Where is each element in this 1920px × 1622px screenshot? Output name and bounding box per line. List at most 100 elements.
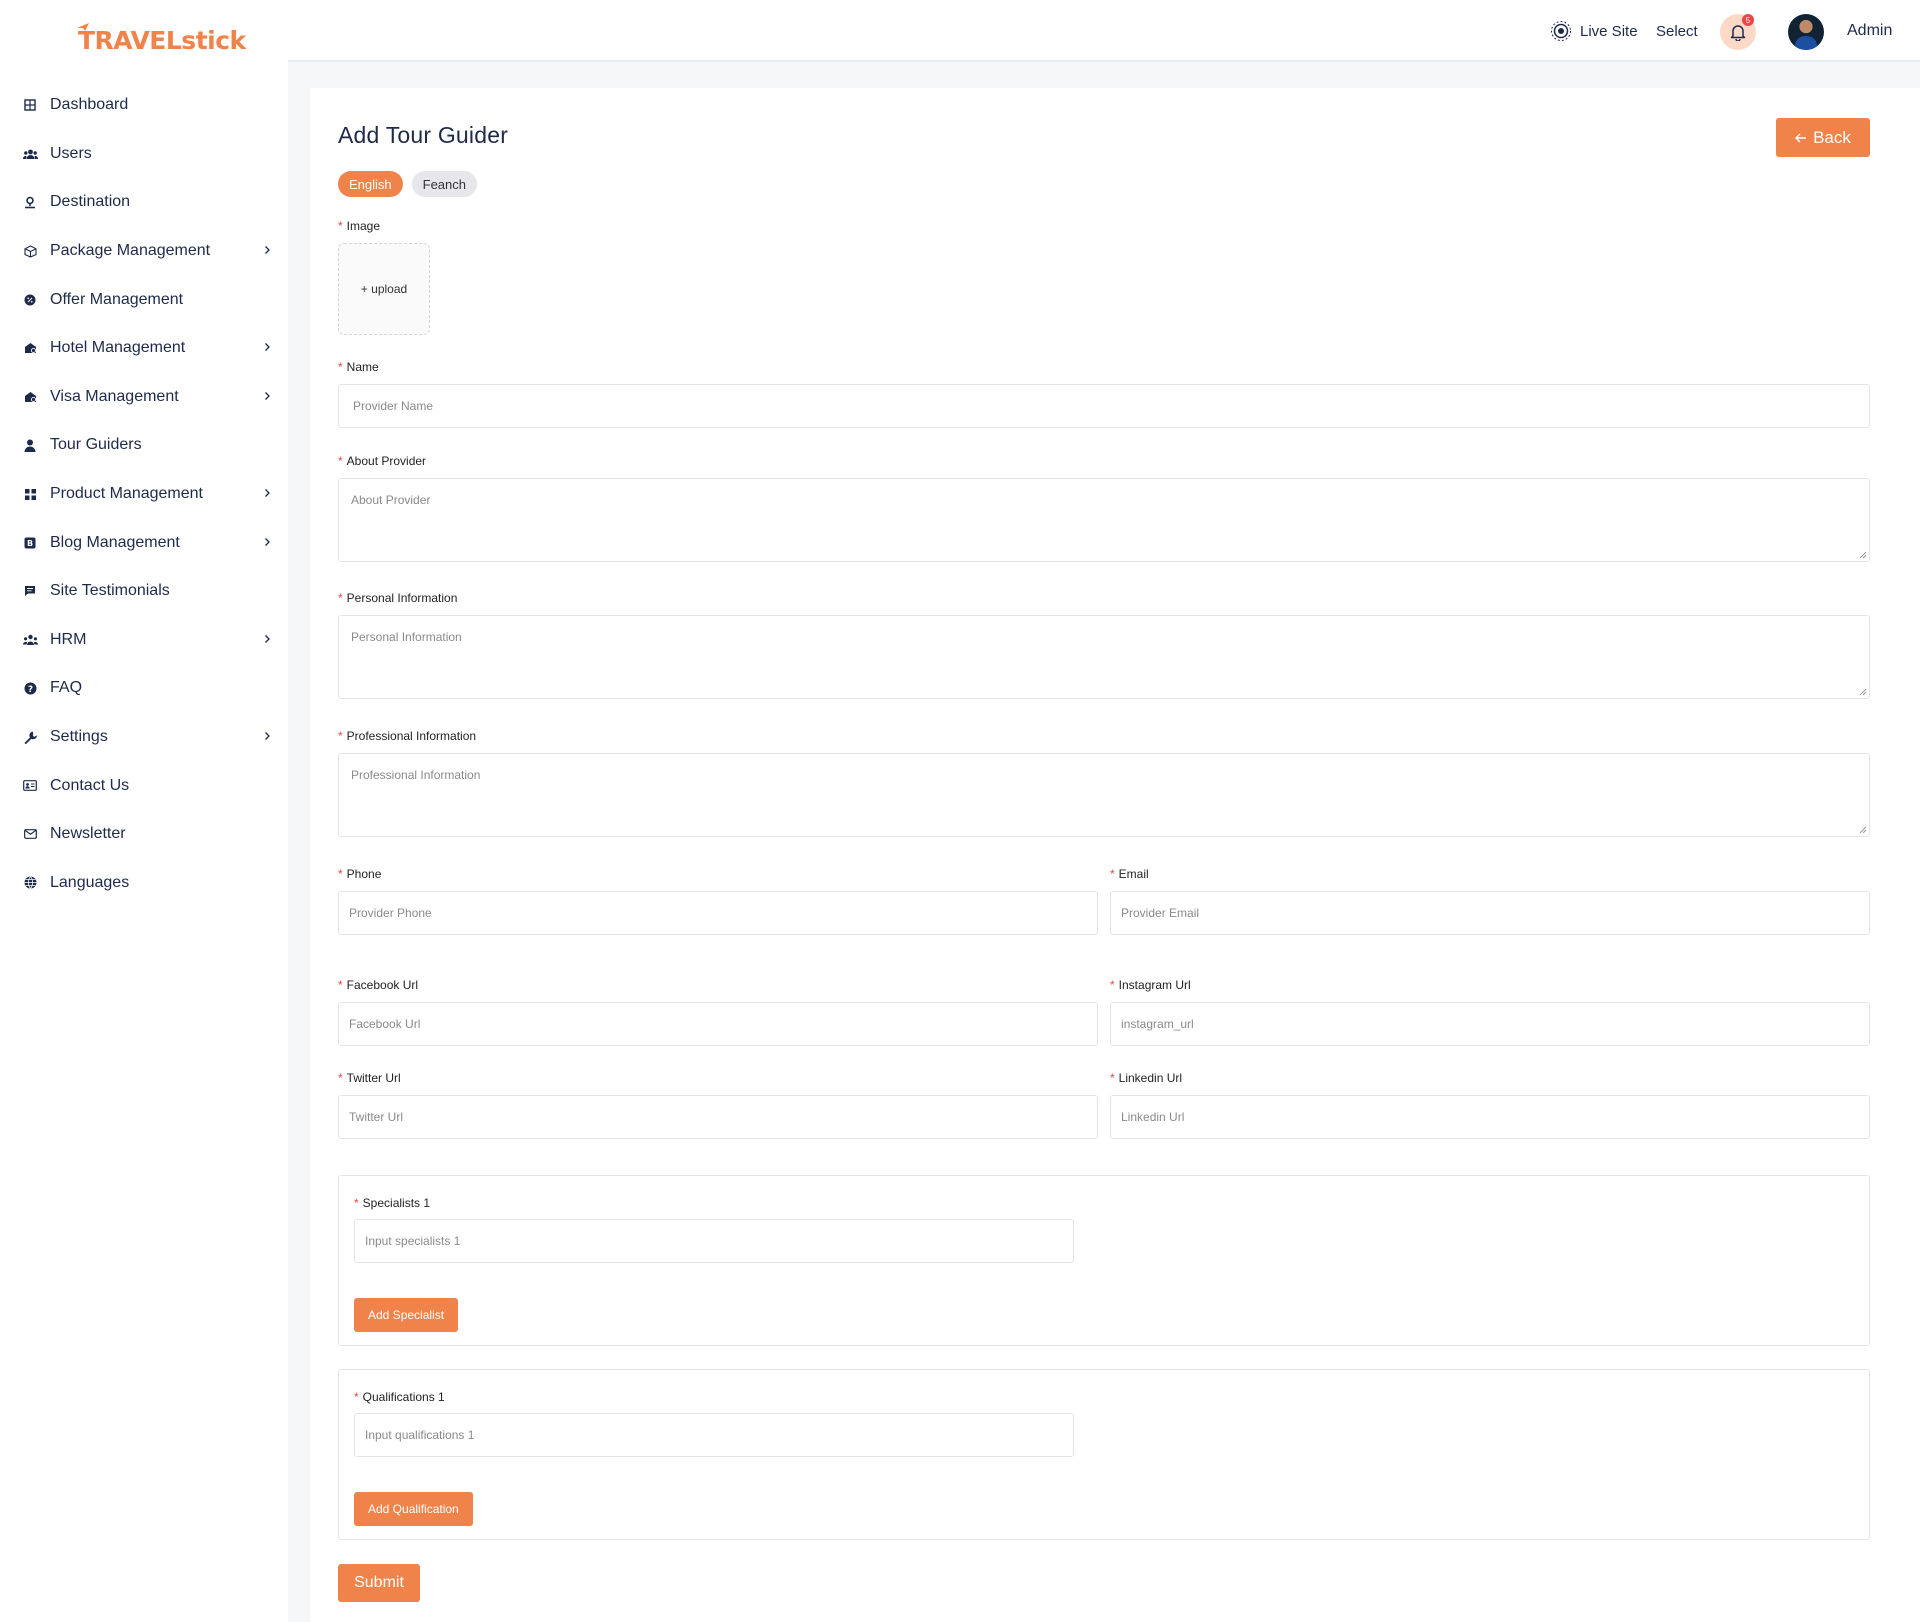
phone-label: * Phone: [338, 867, 382, 881]
twitter-input[interactable]: Twitter Url: [338, 1095, 1098, 1139]
sidebar-item-destination[interactable]: Destination: [0, 178, 288, 227]
twitter-label: * Twitter Url: [338, 1071, 401, 1085]
personal-textarea[interactable]: Personal Information: [338, 615, 1870, 699]
professional-textarea[interactable]: Professional Information: [338, 753, 1870, 837]
about-label: * About Provider: [338, 454, 427, 468]
location-icon: [22, 194, 38, 210]
contact-card-icon: [22, 778, 38, 794]
visa-icon: [22, 389, 38, 405]
facebook-label: * Facebook Url: [338, 978, 419, 992]
facebook-input[interactable]: Facebook Url: [338, 1002, 1098, 1046]
sidebar-item-languages[interactable]: Languages: [0, 859, 288, 908]
product-icon: [22, 486, 38, 502]
chevron-right-icon: [264, 390, 271, 404]
select-dropdown[interactable]: Select: [1656, 0, 1698, 62]
form-card: Add Tour Guider Back English Feanch * Ima…: [310, 88, 1920, 1622]
globe-icon: [22, 875, 38, 891]
add-specialist-button[interactable]: Add Specialist: [354, 1298, 459, 1332]
sidebar-item-faq[interactable]: ? FAQ: [0, 664, 288, 713]
sidebar-item-label: Visa Management: [50, 387, 179, 405]
name-input[interactable]: Provider Name: [338, 384, 1870, 428]
qualification-input[interactable]: Input qualifications 1: [354, 1413, 1074, 1457]
hotel-icon: [22, 340, 38, 356]
offer-icon: [22, 292, 38, 308]
linkedin-input[interactable]: Linkedin Url: [1110, 1095, 1870, 1139]
qualifications-label: * Qualifications 1: [354, 1390, 445, 1404]
sidebar-item-dashboard[interactable]: Dashboard: [0, 81, 288, 130]
resize-handle-icon: [1859, 688, 1867, 696]
sidebar-item-label: FAQ: [50, 679, 83, 697]
sidebar-item-label: Newsletter: [50, 825, 126, 843]
sidebar-item-hrm[interactable]: HRM: [0, 616, 288, 665]
live-site-icon: [1551, 21, 1571, 41]
sidebar-item-hotel-management[interactable]: Hotel Management: [0, 324, 288, 373]
resize-handle-icon: [1859, 551, 1867, 559]
sidebar-item-label: Users: [50, 144, 92, 162]
professional-label: * Professional Information: [338, 729, 477, 743]
mail-icon: [22, 826, 38, 842]
notification-button[interactable]: 5: [1720, 14, 1756, 50]
email-input[interactable]: Provider Email: [1110, 891, 1870, 935]
image-upload[interactable]: + upload: [338, 243, 430, 335]
tab-french[interactable]: Feanch: [411, 171, 478, 197]
page-title: Add Tour Guider: [338, 122, 509, 148]
avatar[interactable]: [1788, 14, 1824, 50]
sidebar-item-label: Contact Us: [50, 776, 130, 794]
chevron-right-icon: [264, 487, 271, 501]
sidebar-item-label: Package Management: [50, 242, 211, 260]
wrench-icon: [22, 729, 38, 745]
svg-text:?: ?: [27, 685, 32, 695]
about-textarea[interactable]: About Provider: [338, 478, 1870, 562]
back-label: Back: [1813, 127, 1851, 147]
specialists-label: * Specialists 1: [354, 1196, 431, 1210]
sidebar-item-label: Hotel Management: [50, 339, 186, 357]
personal-label: * Personal Information: [338, 591, 458, 605]
sidebar-item-settings[interactable]: Settings: [0, 713, 288, 762]
image-label: * Image: [338, 219, 381, 233]
sidebar-item-label: HRM: [50, 630, 87, 648]
back-button[interactable]: Back: [1776, 118, 1870, 157]
live-site-label: Live Site: [1580, 22, 1638, 40]
sidebar-item-label: Site Testimonials: [50, 582, 170, 600]
plane-icon: [77, 23, 89, 31]
add-qualification-button[interactable]: Add Qualification: [354, 1492, 473, 1526]
user-name: Admin: [1847, 22, 1893, 39]
linkedin-label: * Linkedin Url: [1110, 1071, 1183, 1085]
guide-icon: [22, 437, 38, 453]
instagram-label: * Instagram Url: [1110, 978, 1191, 992]
sidebar-item-label: Languages: [50, 873, 130, 891]
sidebar-item-newsletter[interactable]: Newsletter: [0, 810, 288, 859]
tab-english[interactable]: English: [338, 171, 403, 197]
user-menu[interactable]: Admin: [1847, 0, 1892, 62]
chevron-right-icon: [264, 730, 271, 744]
qualifications-section: * Qualifications 1 Input qualifications 1…: [338, 1369, 1870, 1540]
hrm-icon: [22, 632, 38, 648]
sidebar-item-label: Destination: [50, 193, 131, 211]
sidebar-item-blog-management[interactable]: B Blog Management: [0, 518, 288, 567]
chevron-right-icon: [264, 244, 271, 258]
sidebar-item-product-management[interactable]: Product Management: [0, 470, 288, 519]
blog-icon: B: [22, 535, 38, 551]
sidebar-item-visa-management[interactable]: Visa Management: [0, 373, 288, 422]
phone-input[interactable]: Provider Phone: [338, 891, 1098, 935]
top-header: Live Site Select 5 Admin: [288, 0, 1920, 62]
specialist-input[interactable]: Input specialists 1: [354, 1219, 1074, 1263]
sidebar-item-contact-us[interactable]: Contact Us: [0, 761, 288, 810]
submit-button[interactable]: Submit: [338, 1564, 420, 1602]
chevron-right-icon: [264, 341, 271, 355]
sidebar-item-offer-management[interactable]: Offer Management: [0, 275, 288, 324]
sidebar-item-tour-guiders[interactable]: Tour Guiders: [0, 421, 288, 470]
instagram-input[interactable]: instagram_url: [1110, 1002, 1870, 1046]
sidebar-item-label: Tour Guiders: [50, 436, 142, 454]
sidebar: TRAVELstick Dashboard Users Destination Pac…: [0, 0, 288, 1622]
sidebar-item-users[interactable]: Users: [0, 130, 288, 179]
logo-text: TRAVELstick: [78, 25, 246, 55]
bell-icon: [1730, 25, 1746, 41]
specialists-section: * Specialists 1 Input specialists 1 Add S…: [338, 1175, 1870, 1346]
sidebar-item-site-testimonials[interactable]: Site Testimonials: [0, 567, 288, 616]
question-icon: ?: [22, 680, 38, 696]
sidebar-item-package-management[interactable]: Package Management: [0, 227, 288, 276]
sidebar-item-label: Settings: [50, 728, 108, 746]
live-site-link[interactable]: Live Site: [1550, 0, 1638, 62]
brand-logo[interactable]: TRAVELstick: [77, 22, 246, 58]
